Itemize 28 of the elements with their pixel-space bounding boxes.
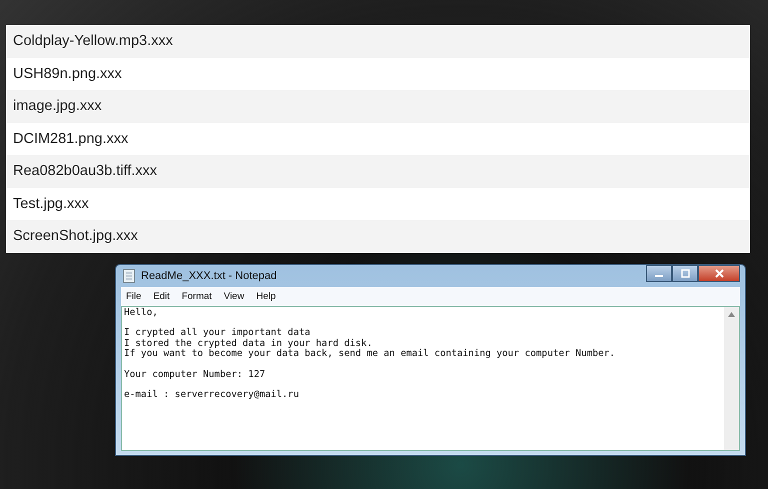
file-name: DCIM281.png.xxx	[12, 130, 130, 148]
minimize-button[interactable]	[646, 264, 672, 282]
close-icon	[714, 268, 724, 278]
text-line: I stored the crypted data in your hard disk.	[124, 338, 374, 348]
file-name: image.jpg.xxx	[6, 90, 750, 122]
text-line: I crypted all your important data	[124, 328, 312, 338]
file-name: Rea082b0au3b.tiff.xxx	[6, 155, 750, 188]
file-name: Test.jpg.xxx	[12, 194, 90, 214]
text-line: Your computer Number: 127	[124, 370, 266, 380]
scrollbar[interactable]	[724, 306, 739, 450]
scroll-up-icon	[728, 312, 735, 316]
menu-item[interactable]: Format	[176, 290, 217, 302]
window-title: ReadMe_XXX.txt - Notepad	[141, 270, 277, 282]
maximize-button[interactable]	[672, 264, 698, 282]
file-name: USH89n.png.xxx	[12, 64, 123, 84]
close-button[interactable]	[698, 264, 740, 282]
menu-item[interactable]: Edit	[148, 290, 175, 302]
file-name: Coldplay-Yellow.mp3.xxx	[6, 25, 750, 58]
text-line: If you want to become your data back, send me an email containing your computer Number.	[124, 349, 616, 360]
menu-item[interactable]: Help	[251, 290, 281, 302]
menu-item[interactable]: View	[218, 290, 250, 302]
text-line: Hello,	[124, 308, 159, 318]
document-icon	[123, 268, 135, 282]
menu-item[interactable]: File	[121, 290, 146, 302]
file-name: ScreenShot.jpg.xxx	[6, 220, 750, 252]
minimize-icon	[655, 275, 663, 277]
maximize-icon	[680, 268, 690, 278]
text-line: e-mail : serverrecovery@mail.ru	[124, 390, 300, 400]
